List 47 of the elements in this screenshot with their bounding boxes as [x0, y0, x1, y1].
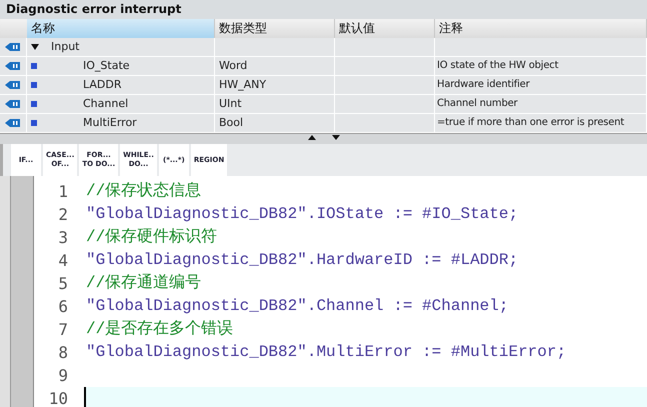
data-type: Bool [219, 115, 244, 131]
parameter-name: IO_State [82, 58, 130, 74]
member-square-icon [31, 82, 37, 88]
parameter-name: MultiError [82, 115, 137, 131]
column-header[interactable]: 默认值 [335, 19, 435, 38]
code-comment[interactable]: //保存硬件标识符 [84, 226, 647, 249]
member-square-icon [31, 120, 37, 126]
line-number: 9 [57, 366, 69, 385]
line-number: 8 [57, 343, 69, 362]
code-comment[interactable]: //是否存在多个错误 [84, 318, 647, 341]
line-number: 7 [57, 320, 69, 339]
line-number: 6 [57, 297, 69, 316]
parameter-name: Input [50, 39, 80, 55]
line-number: 2 [57, 205, 69, 224]
data-type: Word [219, 58, 248, 74]
line-number: 1 [57, 182, 69, 201]
column-header[interactable]: 名称 [27, 19, 215, 38]
comment-text: Hardware identifier [437, 78, 530, 92]
data-type: UInt [219, 96, 242, 112]
code-line[interactable]: "GlobalDiagnostic_DB82".HardwareID := #LADDR; [84, 249, 647, 272]
input-pin-icon [5, 99, 21, 109]
member-square-icon [31, 63, 37, 69]
column-header[interactable]: 注释 [435, 19, 647, 38]
block-title: Diagnostic error interrupt [0, 0, 647, 19]
header-corner [0, 19, 27, 38]
code-line[interactable]: "GlobalDiagnostic_DB82".IOState := #IO_State; [84, 203, 647, 226]
code-line[interactable]: "GlobalDiagnostic_DB82".MultiError := #MultiError; [84, 341, 647, 364]
parameter-name: LADDR [82, 77, 122, 93]
code-comment[interactable]: //保存通道编号 [84, 272, 647, 295]
line-number: 5 [57, 274, 69, 293]
parameter-name: Channel [82, 96, 128, 112]
line-number: 10 [48, 389, 69, 407]
comment-text: Channel number [437, 97, 518, 111]
code-line[interactable]: "GlobalDiagnostic_DB82".Channel := #Channel; [84, 295, 647, 318]
input-pin-icon [5, 42, 21, 52]
input-pin-icon [5, 118, 21, 128]
line-number: 4 [57, 251, 69, 270]
comment-text: =true if more than one error is present [437, 116, 624, 130]
column-header[interactable]: 数据类型 [215, 19, 335, 38]
member-square-icon [31, 101, 37, 107]
expanded-triangle-icon[interactable] [31, 43, 39, 51]
data-type: HW_ANY [219, 77, 266, 93]
input-pin-icon [5, 80, 21, 90]
line-number: 3 [57, 228, 69, 247]
code-comment[interactable]: //保存状态信息 [84, 180, 647, 203]
input-pin-icon [5, 61, 21, 71]
comment-text: IO state of the HW object [437, 59, 558, 73]
